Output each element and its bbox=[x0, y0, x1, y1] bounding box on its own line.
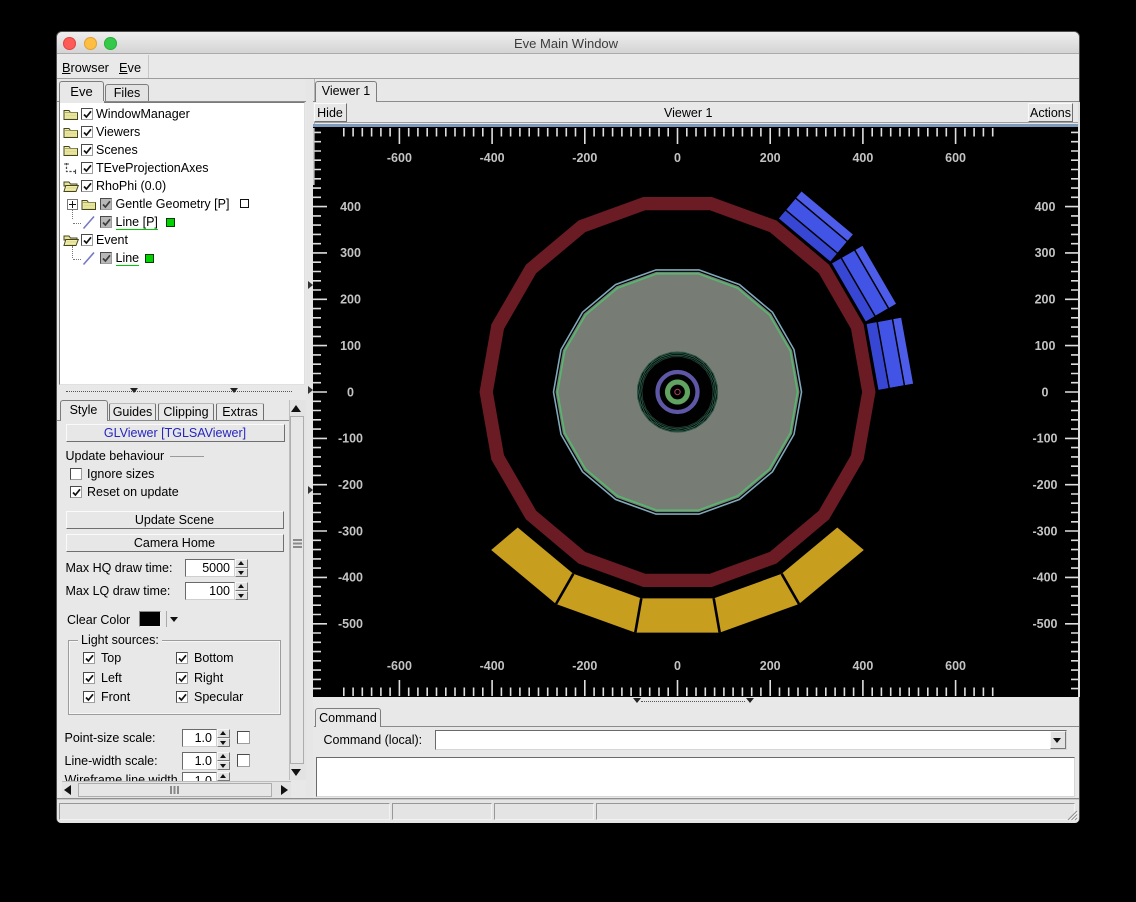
svg-text:300: 300 bbox=[340, 246, 361, 260]
svg-text:400: 400 bbox=[340, 200, 361, 214]
svg-text:-200: -200 bbox=[572, 151, 597, 165]
svg-text:-400: -400 bbox=[338, 571, 363, 585]
svg-text:-100: -100 bbox=[1032, 432, 1057, 446]
svg-text:-500: -500 bbox=[338, 617, 363, 631]
svg-text:600: 600 bbox=[945, 659, 966, 673]
svg-text:400: 400 bbox=[852, 151, 873, 165]
svg-text:-300: -300 bbox=[338, 524, 363, 538]
svg-text:-400: -400 bbox=[1032, 571, 1057, 585]
svg-text:0: 0 bbox=[674, 151, 681, 165]
svg-text:300: 300 bbox=[1035, 246, 1056, 260]
svg-text:200: 200 bbox=[1035, 293, 1056, 307]
svg-text:-600: -600 bbox=[387, 659, 412, 673]
svg-text:-200: -200 bbox=[572, 659, 597, 673]
svg-text:0: 0 bbox=[674, 659, 681, 673]
svg-text:-100: -100 bbox=[338, 432, 363, 446]
svg-text:400: 400 bbox=[852, 659, 873, 673]
svg-text:200: 200 bbox=[340, 293, 361, 307]
svg-text:200: 200 bbox=[760, 151, 781, 165]
svg-text:100: 100 bbox=[1035, 339, 1056, 353]
svg-text:-400: -400 bbox=[480, 151, 505, 165]
svg-text:-500: -500 bbox=[1032, 617, 1057, 631]
svg-text:-300: -300 bbox=[1032, 524, 1057, 538]
svg-text:100: 100 bbox=[340, 339, 361, 353]
svg-text:-200: -200 bbox=[338, 478, 363, 492]
svg-text:-600: -600 bbox=[387, 151, 412, 165]
svg-text:-400: -400 bbox=[480, 659, 505, 673]
svg-text:400: 400 bbox=[1035, 200, 1056, 214]
svg-text:200: 200 bbox=[760, 659, 781, 673]
svg-text:0: 0 bbox=[1042, 385, 1049, 399]
svg-text:0: 0 bbox=[347, 385, 354, 399]
svg-text:-200: -200 bbox=[1032, 478, 1057, 492]
svg-text:600: 600 bbox=[945, 151, 966, 165]
